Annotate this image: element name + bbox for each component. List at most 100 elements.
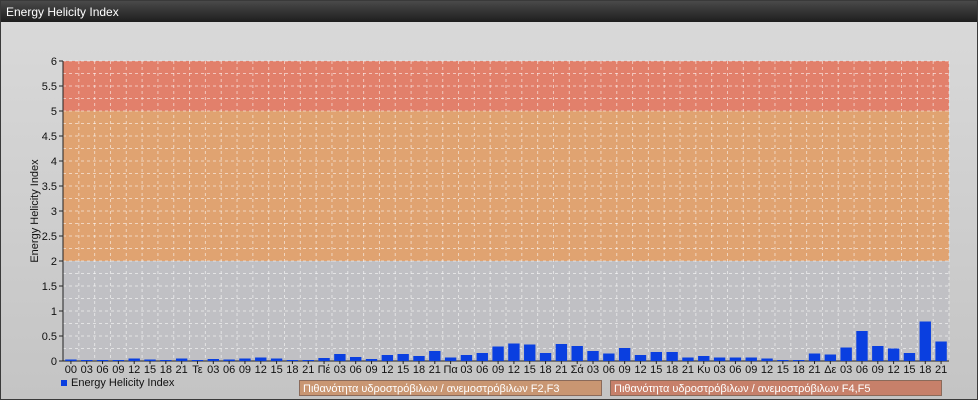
bar-18-22: [413, 356, 425, 361]
x-tick-label: 03: [207, 364, 219, 376]
x-tick-label: Τε: [192, 364, 203, 376]
bar-18-38: [666, 352, 678, 361]
bar-Πα-24: [444, 357, 457, 361]
bar-03-17: [334, 354, 346, 361]
bar-06-18: [350, 357, 362, 361]
bar-03-25: [460, 355, 473, 361]
bar-03-33: [587, 351, 599, 361]
x-tick-label: 06: [856, 364, 868, 376]
bar-12-36: [634, 355, 647, 361]
y-tick-label: 0: [51, 356, 57, 368]
bar-15-13: [270, 358, 283, 361]
bar-21-55: [935, 341, 947, 361]
x-tick-label: 03: [587, 364, 599, 376]
y-tick-label: 2: [51, 256, 57, 268]
bar-09-19: [365, 359, 378, 361]
y-tick-label: 4.5: [42, 131, 57, 143]
bar-09-43: [745, 357, 757, 361]
bar-Δε-48: [824, 354, 837, 361]
x-tick-label: 18: [286, 364, 298, 376]
bar-12-28: [508, 343, 520, 361]
bar-21-15: [302, 360, 314, 361]
x-tick-label: 03: [713, 364, 725, 376]
bar-03-9: [207, 359, 219, 361]
y-tick-label: 3: [51, 206, 57, 218]
band-label-f4-f5: Πιθανότητα υδροστρόβιλων / ανεμοστρόβιλω…: [610, 380, 942, 396]
x-tick-label: 12: [761, 364, 773, 376]
x-tick-label: 09: [745, 364, 757, 376]
y-axis-title: Energy Helicity Index: [29, 159, 41, 263]
x-tick-label: 18: [666, 364, 678, 376]
bar-Κυ-40: [698, 356, 710, 361]
x-tick-label: 21: [682, 364, 694, 376]
bar-18-54: [919, 321, 931, 361]
x-tick-label: 18: [160, 364, 172, 376]
bar-12-20: [381, 355, 394, 361]
bar-21-39: [682, 357, 694, 361]
x-tick-label: 09: [365, 364, 377, 376]
x-tick-label: 06: [603, 364, 615, 376]
bar-21-47: [808, 353, 821, 361]
x-tick-label: 15: [777, 364, 789, 376]
bar-09-11: [239, 358, 251, 361]
y-tick-label: 4: [51, 156, 57, 168]
bar-15-21: [397, 354, 409, 361]
x-tick-label: 21: [555, 364, 567, 376]
x-tick-label: 18: [539, 364, 551, 376]
x-tick-label: Πέ: [318, 364, 331, 376]
bar-15-29: [524, 344, 536, 361]
y-tick-label: 0.5: [42, 331, 57, 343]
x-tick-label: 06: [729, 364, 741, 376]
bar-03-1: [81, 360, 93, 361]
x-tick-label: 06: [223, 364, 235, 376]
bar-09-35: [618, 348, 631, 361]
x-tick-label: 09: [112, 364, 124, 376]
legend-swatch: [61, 380, 67, 386]
x-tick-label: 12: [128, 364, 140, 376]
x-tick-label: Πα: [443, 364, 458, 376]
y-tick-label: 3.5: [42, 181, 57, 193]
x-tick-label: 06: [476, 364, 488, 376]
y-tick-label: 5.5: [42, 81, 57, 93]
x-tick-label: 12: [508, 364, 520, 376]
y-tick-label: 5: [51, 106, 57, 118]
ehi-chart: 0 0.5 1 1.5 2 2.5 3 3.5 4 4.5 5 5.5 6 Energy Helicity…: [29, 56, 950, 376]
bar-21-31: [555, 344, 568, 361]
x-tick-label: 03: [460, 364, 472, 376]
bar-09-51: [872, 346, 884, 361]
bar-06-2: [96, 360, 109, 361]
x-tick-label: 09: [619, 364, 631, 376]
bar-03-41: [713, 357, 726, 361]
y-tick-label: 1: [51, 306, 57, 318]
bar-18-6: [160, 360, 172, 361]
bar-15-53: [903, 353, 916, 361]
bar-09-27: [492, 346, 504, 361]
x-tick-label: 03: [840, 364, 852, 376]
x-tick-label: 06: [350, 364, 362, 376]
y-tick-label: 6: [51, 56, 57, 68]
x-tick-label: 00: [65, 364, 77, 376]
bar-06-10: [223, 359, 235, 361]
bar-00-0: [65, 359, 77, 361]
x-tick-label: 15: [397, 364, 409, 376]
x-tick-label: Σά: [571, 364, 585, 376]
x-tick-label: 15: [903, 364, 915, 376]
x-tick-label: 15: [524, 364, 536, 376]
x-tick-label: 09: [872, 364, 884, 376]
bar-Σά-32: [571, 346, 583, 361]
x-tick-label: 03: [334, 364, 346, 376]
bar-21-7: [175, 358, 188, 361]
band-label-f2-f3: Πιθανότητα υδροστρόβιλων / ανεμοστρόβιλω…: [299, 380, 602, 396]
x-tick-label: 21: [176, 364, 188, 376]
x-tick-label: Δε: [824, 364, 836, 376]
x-tick-label: 03: [81, 364, 93, 376]
x-tick-label: 06: [96, 364, 108, 376]
bar-12-52: [887, 348, 900, 361]
x-tick-label: Κυ: [697, 364, 710, 376]
bar-06-26: [476, 353, 488, 361]
x-tick-label: 18: [919, 364, 931, 376]
x-tick-label: 09: [492, 364, 504, 376]
x-tick-label: 21: [429, 364, 441, 376]
x-tick-label: 21: [808, 364, 820, 376]
x-tick-label: 21: [302, 364, 314, 376]
